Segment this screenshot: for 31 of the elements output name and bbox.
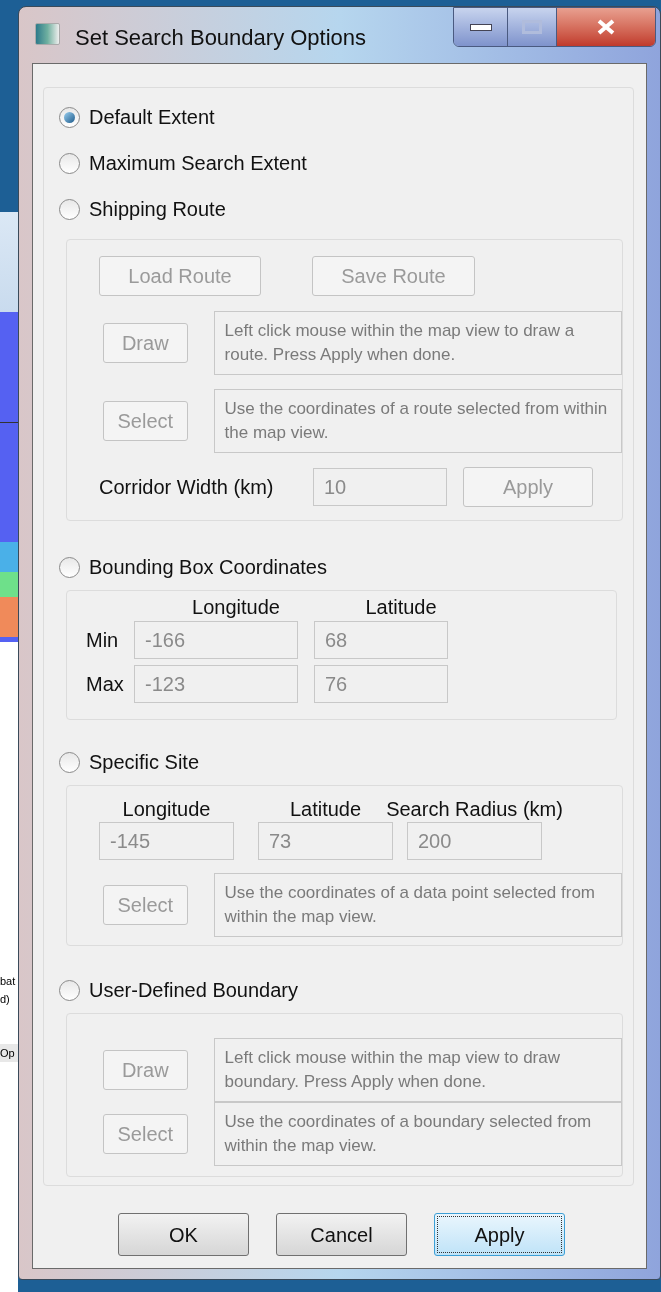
column-header: Latitude	[365, 595, 437, 620]
row-label: Min	[86, 628, 120, 653]
instruction-text: Use the coordinates of a route selected from within the map view.	[213, 389, 622, 453]
radio-button[interactable]	[59, 106, 80, 128]
field-label: Latitude	[289, 797, 362, 822]
minimize-icon	[469, 23, 492, 31]
instruction-text: Use the coordinates of a boundary selected from within the map view.	[213, 1102, 622, 1166]
instruction-text: Use the coordinates of a data point selected from within the map view.	[213, 873, 622, 937]
radio-button[interactable]	[59, 152, 80, 174]
close-icon	[597, 19, 615, 35]
close-button[interactable]	[557, 8, 655, 46]
column-header: Longitude	[192, 595, 280, 620]
radio-label[interactable]: Maximum Search Extent	[89, 148, 307, 178]
window-title: Set Search Boundary Options	[75, 24, 367, 52]
background-text: Op	[0, 1044, 18, 1062]
push-button[interactable]: Cancel	[276, 1213, 407, 1256]
field-label: Longitude	[122, 797, 211, 822]
maximize-icon	[522, 20, 542, 34]
push-button[interactable]: OK	[118, 1213, 249, 1256]
field-label: Corridor Width (km)	[99, 475, 275, 500]
instruction-text: Left click mouse within the map view to draw a route. Press Apply when done.	[213, 311, 622, 375]
radio-label[interactable]: Default Extent	[89, 102, 215, 132]
field-label: Search Radius (km)	[386, 797, 563, 822]
app-icon	[35, 23, 60, 45]
minimize-button[interactable]	[454, 8, 508, 46]
background-text: d)	[0, 992, 11, 1007]
row-label: Max	[86, 672, 125, 697]
push-button[interactable]: Apply	[434, 1213, 565, 1256]
maximize-button[interactable]	[508, 8, 557, 46]
background-text: bat	[0, 974, 17, 989]
instruction-text: Left click mouse within the map view to draw boundary. Press Apply when done.	[213, 1038, 622, 1102]
